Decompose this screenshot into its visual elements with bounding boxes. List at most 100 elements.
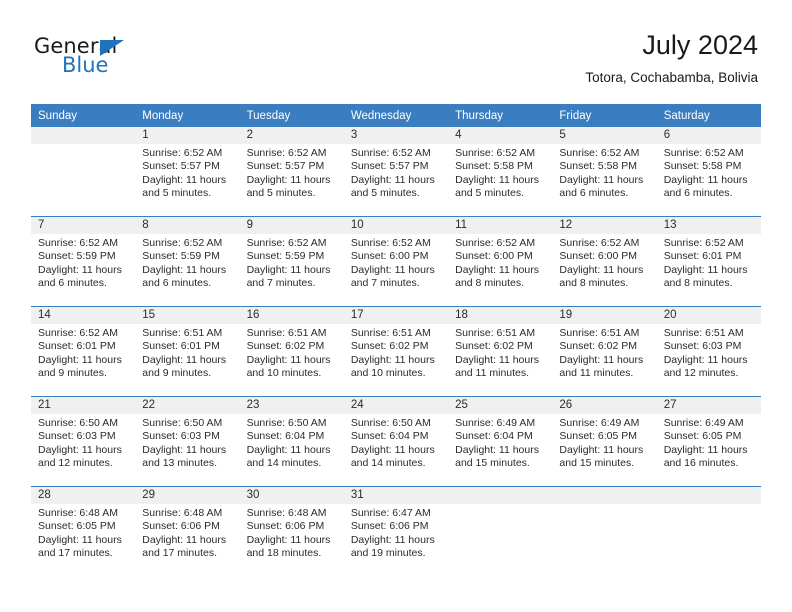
calendar-day-cell[interactable]: 10 Sunrise: 6:52 AM Sunset: 6:00 PM Dayligh… <box>343 216 449 307</box>
calendar-cell-empty <box>31 127 136 217</box>
calendar-day-cell[interactable]: 15 Sunrise: 6:51 AM Sunset: 6:01 PM Dayligh… <box>135 306 240 397</box>
daylight-text-line1: Daylight: 11 hours <box>663 263 748 276</box>
calendar-day-cell[interactable]: 17 Sunrise: 6:51 AM Sunset: 6:02 PM Dayligh… <box>343 306 449 397</box>
sunrise-text: Sunrise: 6:52 AM <box>38 237 118 249</box>
day-details: Sunrise: 6:51 AM Sunset: 6:02 PM Daylight:… <box>448 324 552 380</box>
day-number: 17 <box>343 307 449 324</box>
daylight-text-line2: and 5 minutes. <box>455 186 525 199</box>
day-details: Sunrise: 6:50 AM Sunset: 6:03 PM Daylight:… <box>31 414 135 470</box>
sunset-text: Sunset: 6:01 PM <box>38 340 116 353</box>
day-cell-inner: 2 Sunrise: 6:52 AM Sunset: 5:57 PM Daylight… <box>239 127 344 216</box>
calendar-day-cell[interactable]: 9 Sunrise: 6:52 AM Sunset: 5:59 PM Daylight… <box>239 216 344 307</box>
calendar-day-cell[interactable]: 31 Sunrise: 6:47 AM Sunset: 6:06 PM Dayligh… <box>343 486 449 576</box>
daylight-text-line1: Daylight: 11 hours <box>142 263 227 276</box>
calendar-day-cell[interactable]: 18 Sunrise: 6:51 AM Sunset: 6:02 PM Dayligh… <box>448 306 553 397</box>
calendar-day-cell[interactable]: 24 Sunrise: 6:50 AM Sunset: 6:04 PM Dayligh… <box>343 396 449 487</box>
day-cell-inner: 10 Sunrise: 6:52 AM Sunset: 6:00 PM Dayligh… <box>343 217 449 306</box>
calendar-week-row: 14 Sunrise: 6:52 AM Sunset: 6:01 PM Dayligh… <box>31 306 761 397</box>
day-details: Sunrise: 6:51 AM Sunset: 6:02 PM Daylight:… <box>552 324 656 380</box>
day-number <box>656 487 761 504</box>
sunrise-text: Sunrise: 6:52 AM <box>246 147 327 159</box>
daylight-text-line2: and 14 minutes. <box>246 456 322 469</box>
calendar-day-cell[interactable]: 14 Sunrise: 6:52 AM Sunset: 6:01 PM Dayligh… <box>31 306 136 397</box>
daylight-text-line1: Daylight: 11 hours <box>663 443 748 456</box>
day-cell-inner: 27 Sunrise: 6:49 AM Sunset: 6:05 PM Dayligh… <box>656 397 761 486</box>
sunset-text: Sunset: 6:00 PM <box>350 250 429 263</box>
calendar-day-cell[interactable]: 16 Sunrise: 6:51 AM Sunset: 6:02 PM Dayligh… <box>239 306 344 397</box>
day-cell-inner: 1 Sunrise: 6:52 AM Sunset: 5:57 PM Daylight… <box>135 127 240 216</box>
brand-logo[interactable]: General Blue <box>34 34 214 86</box>
day-number: 22 <box>135 397 240 414</box>
calendar-day-cell[interactable]: 11 Sunrise: 6:52 AM Sunset: 6:00 PM Dayligh… <box>448 216 553 307</box>
calendar-day-cell[interactable]: 30 Sunrise: 6:48 AM Sunset: 6:06 PM Dayligh… <box>239 486 344 576</box>
sunset-text: Sunset: 6:01 PM <box>142 340 220 353</box>
calendar-day-cell[interactable]: 22 Sunrise: 6:50 AM Sunset: 6:03 PM Dayligh… <box>135 396 240 487</box>
sunset-text: Sunset: 5:59 PM <box>142 250 220 263</box>
daylight-text-line1: Daylight: 11 hours <box>142 443 227 456</box>
calendar-day-cell[interactable]: 8 Sunrise: 6:52 AM Sunset: 5:59 PM Daylight… <box>135 216 240 307</box>
daylight-text-line2: and 10 minutes. <box>246 366 322 379</box>
day-number <box>552 487 657 504</box>
calendar-day-cell[interactable]: 2 Sunrise: 6:52 AM Sunset: 5:57 PM Daylight… <box>239 127 344 217</box>
daylight-text-line1: Daylight: 11 hours <box>350 533 435 546</box>
daylight-text-line1: Daylight: 11 hours <box>455 263 539 276</box>
calendar-day-cell[interactable]: 26 Sunrise: 6:49 AM Sunset: 6:05 PM Dayligh… <box>552 396 657 487</box>
calendar-day-cell[interactable]: 25 Sunrise: 6:49 AM Sunset: 6:04 PM Dayligh… <box>448 396 553 487</box>
day-number: 7 <box>31 217 136 234</box>
daylight-text-line2: and 6 minutes. <box>142 276 212 289</box>
daylight-text-line1: Daylight: 11 hours <box>38 533 122 546</box>
day-number: 10 <box>343 217 449 234</box>
calendar-day-cell[interactable]: 21 Sunrise: 6:50 AM Sunset: 6:03 PM Dayligh… <box>31 396 136 487</box>
daylight-text-line1: Daylight: 11 hours <box>142 533 227 546</box>
day-details: Sunrise: 6:50 AM Sunset: 6:03 PM Daylight:… <box>135 414 239 470</box>
calendar-day-cell[interactable]: 19 Sunrise: 6:51 AM Sunset: 6:02 PM Dayligh… <box>552 306 657 397</box>
calendar-day-cell[interactable]: 28 Sunrise: 6:48 AM Sunset: 6:05 PM Dayligh… <box>31 486 136 576</box>
daylight-text-line2: and 15 minutes. <box>455 456 530 469</box>
calendar-day-cell[interactable]: 7 Sunrise: 6:52 AM Sunset: 5:59 PM Daylight… <box>31 216 136 307</box>
day-details: Sunrise: 6:51 AM Sunset: 6:01 PM Daylight:… <box>135 324 239 380</box>
day-cell-inner: 20 Sunrise: 6:51 AM Sunset: 6:03 PM Dayligh… <box>656 307 761 396</box>
calendar-day-cell[interactable]: 3 Sunrise: 6:52 AM Sunset: 5:57 PM Daylight… <box>343 127 449 217</box>
sunset-text: Sunset: 5:57 PM <box>142 160 220 173</box>
weekday-header-sunday: Sunday <box>31 104 136 127</box>
day-number: 8 <box>135 217 240 234</box>
calendar-day-cell[interactable]: 4 Sunrise: 6:52 AM Sunset: 5:58 PM Daylight… <box>448 127 553 217</box>
sunrise-text: Sunrise: 6:50 AM <box>38 417 118 429</box>
day-cell-inner: 18 Sunrise: 6:51 AM Sunset: 6:02 PM Dayligh… <box>448 307 553 396</box>
day-cell-inner: 31 Sunrise: 6:47 AM Sunset: 6:06 PM Dayligh… <box>343 487 449 576</box>
calendar-day-cell[interactable]: 27 Sunrise: 6:49 AM Sunset: 6:05 PM Dayligh… <box>656 396 761 487</box>
calendar-week-row: 21 Sunrise: 6:50 AM Sunset: 6:03 PM Dayligh… <box>31 396 761 487</box>
day-number <box>448 487 553 504</box>
calendar-day-cell[interactable]: 6 Sunrise: 6:52 AM Sunset: 5:58 PM Daylight… <box>656 127 761 217</box>
calendar-day-cell[interactable]: 29 Sunrise: 6:48 AM Sunset: 6:06 PM Dayligh… <box>135 486 240 576</box>
day-cell-inner <box>31 127 136 216</box>
calendar-cell-empty <box>656 486 761 576</box>
day-details: Sunrise: 6:52 AM Sunset: 5:59 PM Daylight:… <box>135 234 239 290</box>
daylight-text-line2: and 18 minutes. <box>246 546 322 559</box>
sunset-text: Sunset: 6:01 PM <box>663 250 742 263</box>
sunrise-text: Sunrise: 6:52 AM <box>663 237 744 249</box>
day-number: 23 <box>239 397 344 414</box>
day-number: 14 <box>31 307 136 324</box>
daylight-text-line2: and 7 minutes. <box>350 276 420 289</box>
sunrise-text: Sunrise: 6:49 AM <box>455 417 536 429</box>
sunset-text: Sunset: 6:05 PM <box>38 520 116 533</box>
daylight-text-line1: Daylight: 11 hours <box>663 353 748 366</box>
day-cell-inner: 11 Sunrise: 6:52 AM Sunset: 6:00 PM Dayligh… <box>448 217 553 306</box>
weekday-header-thursday: Thursday <box>448 104 553 127</box>
daylight-text-line2: and 15 minutes. <box>559 456 635 469</box>
day-cell-inner: 19 Sunrise: 6:51 AM Sunset: 6:02 PM Dayligh… <box>552 307 657 396</box>
calendar-day-cell[interactable]: 12 Sunrise: 6:52 AM Sunset: 6:00 PM Dayligh… <box>552 216 657 307</box>
day-number: 20 <box>656 307 761 324</box>
calendar-day-cell[interactable]: 20 Sunrise: 6:51 AM Sunset: 6:03 PM Dayligh… <box>656 306 761 397</box>
calendar-day-cell[interactable]: 1 Sunrise: 6:52 AM Sunset: 5:57 PM Daylight… <box>135 127 240 217</box>
daylight-text-line2: and 5 minutes. <box>246 186 316 199</box>
page-header: General Blue July 2024 Totora, Cochabamb… <box>34 28 758 98</box>
daylight-text-line2: and 8 minutes. <box>663 276 733 289</box>
daylight-text-line2: and 8 minutes. <box>455 276 525 289</box>
calendar-day-cell[interactable]: 23 Sunrise: 6:50 AM Sunset: 6:04 PM Dayligh… <box>239 396 344 487</box>
calendar-header-row: Sunday Monday Tuesday Wednesday Thursday… <box>31 104 761 127</box>
calendar-day-cell[interactable]: 5 Sunrise: 6:52 AM Sunset: 5:58 PM Daylight… <box>552 127 657 217</box>
day-number: 29 <box>135 487 240 504</box>
calendar-day-cell[interactable]: 13 Sunrise: 6:52 AM Sunset: 6:01 PM Dayligh… <box>656 216 761 307</box>
